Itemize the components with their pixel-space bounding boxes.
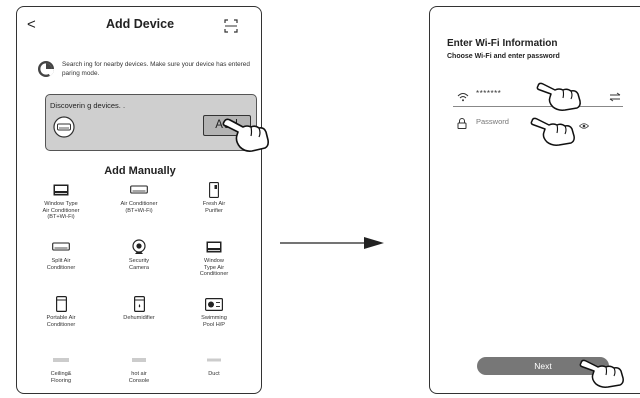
window-ac-icon: [25, 183, 97, 197]
device-type-label: Air Conditioner (BT+Wi-Fi): [120, 201, 158, 214]
device-type-item[interactable]: Split Air Conditioner: [25, 240, 97, 271]
camera-icon: [103, 239, 175, 254]
searching-icon: [37, 60, 55, 78]
device-type-label: Security Camera: [128, 258, 150, 271]
device-type-item[interactable]: Window Type Air Conditioner (BT+Wi-Fi): [25, 183, 97, 221]
device-type-label: Ceiling& Flooring: [50, 371, 72, 384]
device-type-item[interactable]: Fresh Air Purifier: [178, 182, 250, 214]
hand-pointer-icon: [221, 118, 271, 158]
device-type-label: Swimming Pool H/P: [201, 315, 227, 328]
switch-network-icon[interactable]: [609, 89, 621, 102]
arrow-icon: [278, 236, 386, 250]
wifi-info-screen: Enter Wi-Fi Information Choose Wi-Fi and…: [429, 6, 640, 394]
scan-icon[interactable]: [224, 19, 238, 33]
add-device-screen: < Add Device Search ing for nearby devic…: [16, 6, 262, 394]
device-type-item[interactable]: Duct: [178, 353, 250, 378]
wifi-title: Enter Wi-Fi Information: [447, 38, 558, 49]
wifi-icon: [457, 89, 469, 102]
device-type-label: Portable Air Conditioner: [46, 315, 76, 328]
lock-icon: [457, 116, 467, 129]
eye-icon[interactable]: [578, 117, 590, 129]
dehumidifier-icon: [103, 296, 175, 312]
device-type-item[interactable]: Window Type Air Conditioner: [178, 240, 250, 278]
device-type-label: Split Air Conditioner: [46, 258, 76, 271]
duct-icon: [178, 353, 250, 367]
device-type-item[interactable]: hot air Console: [103, 353, 175, 384]
password-field[interactable]: Password: [476, 117, 509, 126]
portable-ac-icon: [25, 296, 97, 312]
searching-text: Search ing for nearby devices. Make sure…: [62, 61, 250, 77]
ceiling-icon: [25, 353, 97, 367]
hand-pointer-icon: [535, 82, 585, 116]
device-type-item[interactable]: Swimming Pool H/P: [178, 297, 250, 328]
device-type-label: Window Type Air Conditioner (BT+Wi-Fi): [42, 201, 80, 221]
device-type-label: hot air Console: [128, 371, 150, 384]
device-type-item[interactable]: Air Conditioner (BT+Wi-Fi): [103, 183, 175, 214]
wifi-subtitle: Choose Wi-Fi and enter password: [447, 53, 560, 60]
device-type-label: Duct: [208, 371, 220, 377]
pool-hp-icon: [178, 297, 250, 311]
add-manually-title: Add Manually: [104, 165, 176, 177]
split-ac-icon: [103, 183, 175, 197]
discover-text: Discoverin g devices. .: [50, 101, 126, 110]
hand-pointer-icon: [578, 359, 628, 393]
device-type-item[interactable]: Dehumidifier: [103, 296, 175, 322]
ssid-field[interactable]: *******: [476, 89, 501, 98]
purifier-icon: [178, 182, 250, 198]
device-ac-icon: [53, 116, 75, 138]
device-type-item[interactable]: Ceiling& Flooring: [25, 353, 97, 384]
device-type-label: Dehumidifier: [123, 315, 155, 321]
device-type-label: Window Type Air Conditioner: [199, 258, 229, 278]
device-type-label: Fresh Air Purifier: [202, 201, 226, 214]
device-type-item[interactable]: Security Camera: [103, 239, 175, 271]
hand-pointer-icon: [529, 117, 579, 151]
console-icon: [103, 353, 175, 367]
window-ac-icon: [178, 240, 250, 254]
device-type-item[interactable]: Portable Air Conditioner: [25, 296, 97, 328]
split-ac-icon: [25, 240, 97, 254]
